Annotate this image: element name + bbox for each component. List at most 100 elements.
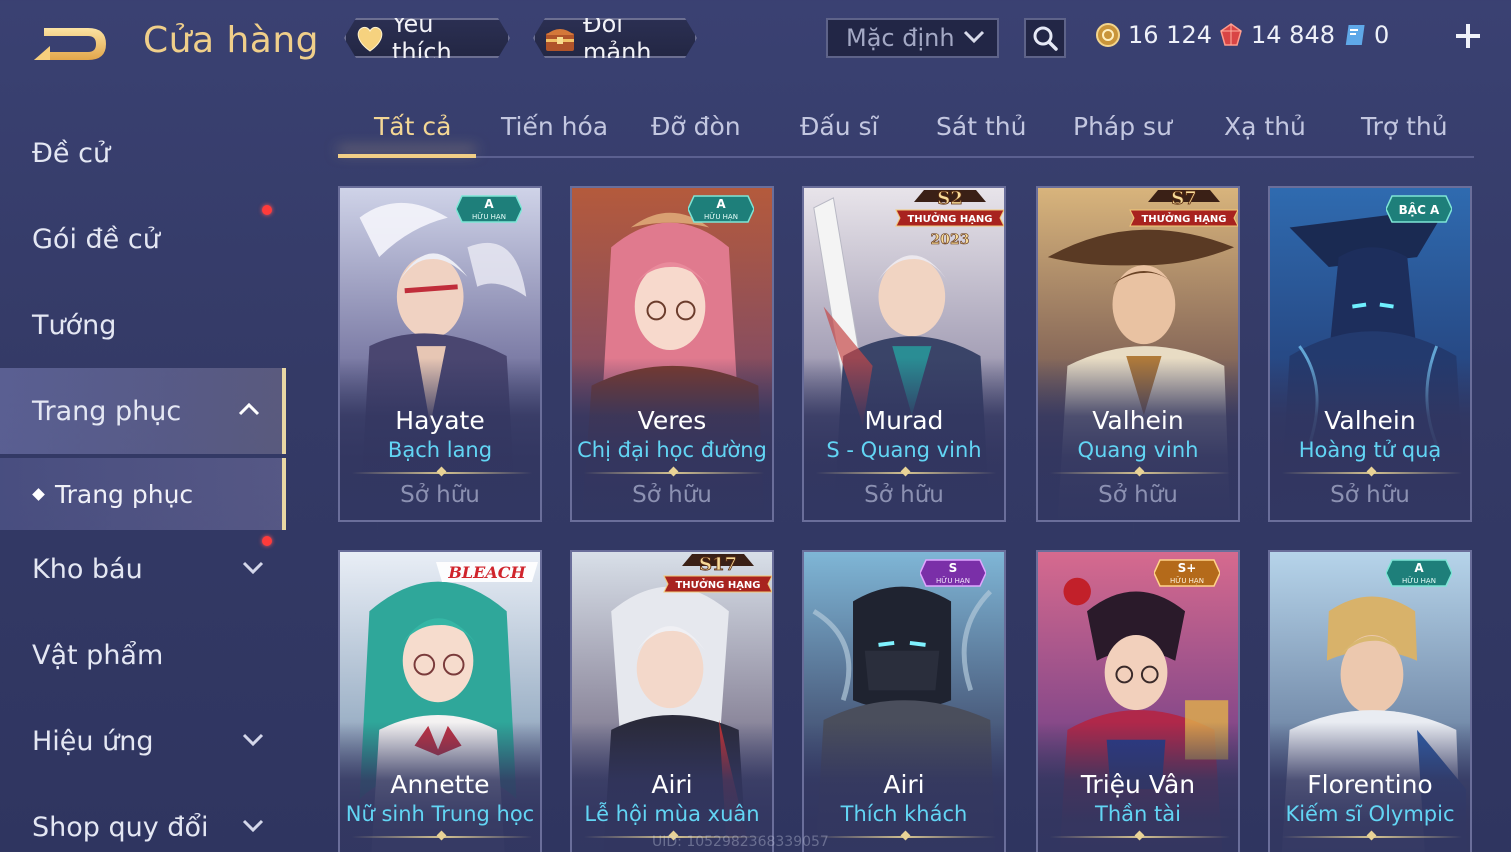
skin-name: Nữ sinh Trung học: [345, 802, 535, 826]
rank-badge-icon: BẬC A: [1386, 195, 1452, 223]
skin-card[interactable]: A HỮU HẠN Hayate Bạch lang Sở hữu: [338, 186, 542, 522]
sidebar-item-skins[interactable]: Trang phục: [0, 368, 286, 454]
skin-card[interactable]: S7 THƯỞNG HẠNG Valhein Quang vinh Sở hữu: [1036, 186, 1240, 522]
favorite-button[interactable]: Yêu thích: [344, 18, 510, 58]
skin-name: Chị đại học đường: [577, 438, 767, 462]
badge-main: A: [716, 197, 726, 211]
tab-tank[interactable]: Đỡ đòn: [651, 112, 741, 141]
rank-badge-icon: S+ HỮU HẠN: [1154, 559, 1220, 587]
sidebar-subitem-skins[interactable]: Trang phục: [0, 458, 286, 530]
season-rank-badge-icon: S2 THƯỞNG HẠNG 2023: [895, 188, 1004, 248]
ruby-icon: [1217, 21, 1245, 49]
skin-name: Quang vinh: [1077, 438, 1199, 462]
active-tab-indicator: [338, 154, 476, 158]
badge-year: 2023: [931, 232, 970, 248]
sidebar-item-exchange-shop[interactable]: Shop quy đổi: [0, 784, 286, 852]
shard-exchange-button[interactable]: Đổi mảnh: [533, 18, 697, 58]
uid-watermark: UID: 1052982368339057: [652, 834, 829, 850]
sidebar-item-featured[interactable]: Đề cử: [0, 110, 286, 196]
heart-icon: [354, 21, 386, 55]
sidebar-item-featured-packs[interactable]: Gói đề cử: [0, 196, 286, 282]
add-currency-button[interactable]: [1452, 20, 1484, 52]
sidebar-item-label: Vật phẩm: [32, 639, 164, 671]
page-title: Cửa hàng: [143, 20, 320, 61]
badge-main: S2: [937, 188, 963, 209]
voucher-amount: 0: [1374, 21, 1390, 49]
sidebar-item-label: Trang phục: [32, 395, 182, 427]
shard-exchange-label: Đổi mảnh: [583, 10, 652, 66]
voucher-balance: 0: [1340, 20, 1389, 50]
chevron-down-icon: [242, 733, 264, 747]
badge-main: A: [1414, 561, 1424, 575]
tab-all[interactable]: Tất cả: [374, 112, 451, 141]
diamond-bullet-icon: [32, 487, 45, 501]
chevron-down-icon: [963, 30, 985, 44]
owned-status: Sở hữu: [632, 482, 712, 508]
favorite-label: Yêu thích: [392, 10, 452, 66]
badge-main: S+: [1178, 561, 1197, 575]
plus-icon: [1456, 24, 1480, 48]
skin-card[interactable]: A HỮU HẠN Florentino Kiếm sĩ Olympic: [1268, 550, 1472, 852]
sidebar-item-label: Shop quy đổi: [32, 811, 209, 843]
sidebar-item-treasure[interactable]: Kho báu: [0, 526, 286, 612]
hero-name: Triệu Vân: [1080, 770, 1196, 799]
tab-mage[interactable]: Pháp sư: [1073, 112, 1172, 141]
card-divider: [816, 472, 996, 474]
badge-sub: HỮU HẠN: [1402, 576, 1436, 585]
badge-sub: HỮU HẠN: [472, 212, 506, 221]
owned-status: Sở hữu: [400, 482, 480, 508]
tab-support[interactable]: Trợ thủ: [1361, 112, 1448, 141]
sidebar-item-label: Hiệu ứng: [32, 725, 154, 757]
chevron-down-icon: [242, 819, 264, 833]
card-divider: [584, 472, 764, 474]
card-divider: [1050, 836, 1230, 838]
sidebar-item-effects[interactable]: Hiệu ứng: [0, 698, 286, 784]
hero-name: Hayate: [395, 406, 485, 435]
tab-assassin[interactable]: Sát thủ: [936, 112, 1026, 141]
rank-badge-icon: A HỮU HẠN: [1386, 559, 1452, 587]
sidebar: Đề cử Gói đề cử Tướng Trang phục Trang p…: [0, 100, 286, 852]
hero-name: Florentino: [1307, 770, 1433, 799]
skin-card[interactable]: S HỮU HẠN Airi Thích khách: [802, 550, 1006, 852]
chevron-down-icon: [242, 561, 264, 575]
badge-main: S7: [1171, 188, 1197, 209]
skin-card[interactable]: BLEACH Annette Nữ sinh Trung học: [338, 550, 542, 852]
skin-card[interactable]: S17 THƯỞNG HẠNG Airi Lễ hội mùa xuân: [570, 550, 774, 852]
search-button[interactable]: [1024, 18, 1066, 58]
rank-badge-icon: S HỮU HẠN: [920, 559, 986, 587]
owned-status: Sở hữu: [864, 482, 944, 508]
skin-grid: A HỮU HẠN Hayate Bạch lang Sở hữu A HỮU …: [338, 186, 1474, 852]
card-divider: [816, 836, 996, 838]
sidebar-item-label: Kho báu: [32, 553, 143, 585]
hero-name: Valhein: [1324, 406, 1416, 435]
skin-card[interactable]: S+ HỮU HẠN Triệu Vân Thần tài: [1036, 550, 1240, 852]
tab-evolution[interactable]: Tiến hóa: [501, 112, 608, 141]
sidebar-item-items[interactable]: Vật phẩm: [0, 612, 286, 698]
skin-name: Hoàng tử quạ: [1298, 438, 1442, 462]
back-arrow-icon: [34, 28, 106, 60]
badge-main: S17: [699, 554, 737, 575]
category-tabs: Tất cả Tiến hóa Đỡ đòn Đấu sĩ Sát thủ Ph…: [338, 100, 1474, 158]
gold-amount: 16 124: [1128, 21, 1212, 49]
back-button[interactable]: [30, 22, 112, 66]
card-divider: [1282, 836, 1462, 838]
hero-name: Valhein: [1092, 406, 1184, 435]
badge-sub: HỮU HẠN: [1170, 576, 1204, 585]
sidebar-item-heroes[interactable]: Tướng: [0, 282, 286, 368]
skin-card[interactable]: BẬC A Valhein Hoàng tử quạ Sở hữu: [1268, 186, 1472, 522]
treasure-chest-icon: [543, 21, 577, 55]
bleach-collab-badge-icon: BLEACH: [436, 562, 538, 582]
tab-marksman[interactable]: Xạ thủ: [1224, 112, 1306, 141]
sidebar-subitem-label: Trang phục: [55, 479, 194, 509]
sort-value: Mặc định: [846, 24, 955, 52]
skin-card[interactable]: A HỮU HẠN Veres Chị đại học đường Sở hữu: [570, 186, 774, 522]
sidebar-item-label: Đề cử: [32, 137, 111, 169]
top-bar: Cửa hàng Yêu thích Đổi mảnh Mặc định 16 …: [0, 0, 1511, 80]
sort-dropdown[interactable]: Mặc định: [826, 18, 999, 58]
tab-fighter[interactable]: Đấu sĩ: [800, 112, 878, 141]
card-divider: [1282, 472, 1462, 474]
skin-card[interactable]: S2 THƯỞNG HẠNG 2023 Murad S - Quang vinh…: [802, 186, 1006, 522]
hero-name: Murad: [864, 406, 944, 435]
skin-name: Thần tài: [1095, 802, 1181, 826]
search-icon: [1033, 26, 1058, 51]
